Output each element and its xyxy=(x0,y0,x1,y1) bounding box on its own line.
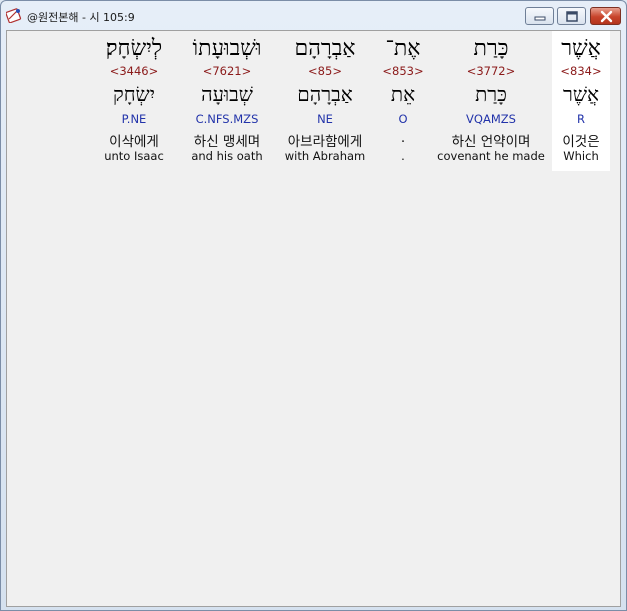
strong-number[interactable]: <853> xyxy=(379,64,427,78)
close-icon xyxy=(600,10,613,23)
hebrew-lemma: יִשְׂחָק xyxy=(113,82,155,106)
english-gloss: with Abraham xyxy=(284,149,366,163)
english-gloss: covenant he made xyxy=(437,149,545,163)
strong-number[interactable]: <7621> xyxy=(184,64,270,78)
morphology-code[interactable]: O xyxy=(379,112,427,126)
strong-number[interactable]: <3446> xyxy=(97,64,171,78)
korean-gloss: 하신 언약이며 xyxy=(451,134,531,150)
morphology-code[interactable]: P.NE xyxy=(97,112,171,126)
hebrew-word: כָּרַת xyxy=(473,36,509,61)
hebrew-lemma: אַבְרָהָם xyxy=(297,82,353,106)
minimize-icon xyxy=(534,16,546,21)
word-column[interactable]: וּשְׁבוּעָתוֹ <7621> שְׁבוּעָה C.NFS.MZS… xyxy=(184,31,270,171)
strong-number[interactable]: <3772> xyxy=(437,64,545,78)
close-button[interactable] xyxy=(590,7,621,25)
strong-number[interactable]: <834> xyxy=(552,64,610,78)
maximize-icon xyxy=(566,11,578,22)
word-column[interactable]: אֶת־ <853> אֵת O . . xyxy=(379,31,427,171)
english-gloss: and his oath xyxy=(191,149,263,163)
morphology-code[interactable]: C.NFS.MZS xyxy=(184,112,270,126)
strong-number[interactable]: <85> xyxy=(279,64,371,78)
word-column[interactable]: כָּרַת <3772> כָּרַת VQAMZS 하신 언약이며 cove… xyxy=(437,31,545,171)
hebrew-word: וּשְׁבוּעָתוֹ xyxy=(192,36,262,61)
korean-gloss: 하신 맹세며 xyxy=(193,134,261,150)
hebrew-word: לְיִשְׂחָק׃ xyxy=(105,36,163,61)
morphology-code[interactable]: NE xyxy=(279,112,371,126)
korean-gloss: 이것은 xyxy=(562,134,600,150)
window-title: @원전본해 - 시 105:9 xyxy=(27,11,135,24)
bible-app-icon[interactable] xyxy=(5,7,22,24)
app-window: @원전본해 - 시 105:9 אֲשֶׁר <834> אֲשֶׁר R 이것… xyxy=(0,0,627,611)
hebrew-lemma: אֲשֶׁר xyxy=(563,82,599,106)
hebrew-word: אַבְרָהָם xyxy=(294,36,356,61)
hebrew-lemma: כָּרַת xyxy=(475,82,507,106)
minimize-button[interactable] xyxy=(525,7,554,25)
hebrew-word: אֲשֶׁר xyxy=(561,36,601,61)
interlinear-pane[interactable]: אֲשֶׁר <834> אֲשֶׁר R 이것은 Which כָּרַת <… xyxy=(6,30,621,607)
korean-gloss: 아브라함에게 xyxy=(287,134,363,150)
morphology-code[interactable]: VQAMZS xyxy=(437,112,545,126)
maximize-button[interactable] xyxy=(557,7,586,25)
title-bar[interactable]: @원전본해 - 시 105:9 xyxy=(1,1,626,31)
word-column[interactable]: אֲשֶׁר <834> אֲשֶׁר R 이것은 Which xyxy=(552,31,610,171)
english-gloss: unto Isaac xyxy=(104,149,164,163)
hebrew-lemma: אֵת xyxy=(390,82,416,106)
korean-gloss: 이삭에게 xyxy=(109,134,159,150)
word-column[interactable]: אַבְרָהָם <85> אַבְרָהָם NE 아브라함에게 with … xyxy=(279,31,371,171)
word-column[interactable]: לְיִשְׂחָק׃ <3446> יִשְׂחָק P.NE 이삭에게 un… xyxy=(97,31,171,171)
korean-gloss: . xyxy=(400,130,406,146)
english-gloss: Which xyxy=(563,149,599,163)
morphology-code[interactable]: R xyxy=(552,112,610,126)
english-gloss: . xyxy=(401,149,405,163)
hebrew-word: אֶת־ xyxy=(385,36,421,61)
hebrew-lemma: שְׁבוּעָה xyxy=(201,82,253,106)
